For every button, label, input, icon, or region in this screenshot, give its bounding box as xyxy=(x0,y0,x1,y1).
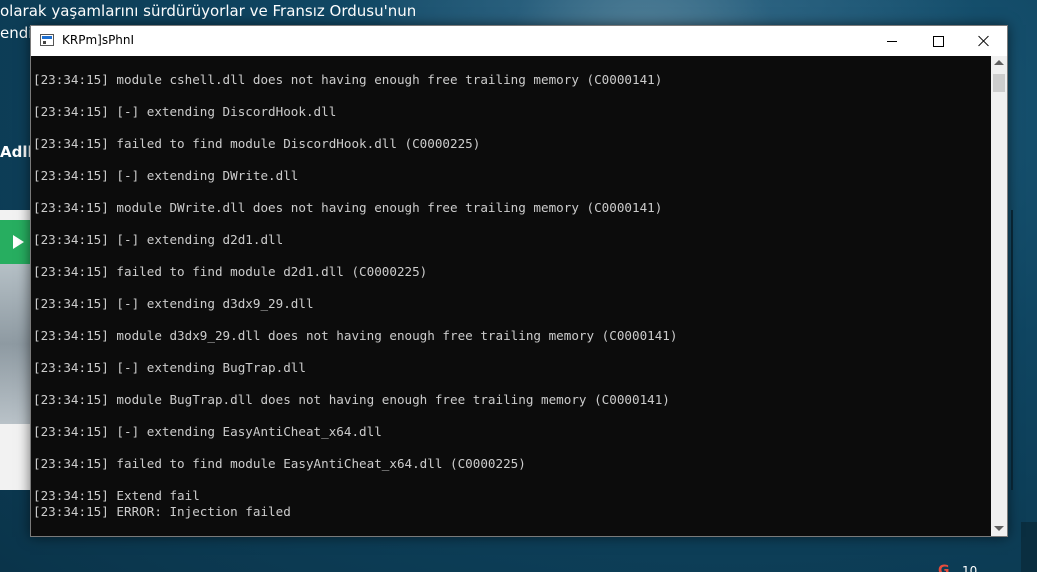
console-line: [23:34:15] ERROR: Injection failed xyxy=(33,504,291,519)
console-line: [23:34:15] [-] extending DiscordHook.dll xyxy=(33,104,337,119)
maximize-icon xyxy=(932,35,944,47)
maximize-button[interactable] xyxy=(915,26,961,56)
console-line: [23:34:15] [-] extending d3dx9_29.dll xyxy=(33,296,314,311)
background-article-text: olarak yaşamlarını sürdürüyorlar ve Fran… xyxy=(0,2,417,20)
console-line: [23:34:15] module BugTrap.dll does not h… xyxy=(33,392,670,407)
console-line: [23:34:15] Extend fail xyxy=(33,488,200,503)
console-line: [23:34:15] failed to find module Discord… xyxy=(33,136,481,151)
console-output[interactable]: [23:34:15] module cshell.dll does not ha… xyxy=(31,56,991,536)
window-title: KRPm]sPhnI xyxy=(62,33,135,47)
console-line: [23:34:15] module cshell.dll does not ha… xyxy=(33,72,663,87)
minimize-icon xyxy=(887,40,897,42)
scroll-up-arrow-icon[interactable] xyxy=(994,60,1004,65)
console-line: [23:34:15] module DWrite.dll does not ha… xyxy=(33,200,663,215)
background-badge-count: 10 xyxy=(962,564,978,572)
console-line: [23:34:15] [-] extending BugTrap.dll xyxy=(33,360,306,375)
console-app-icon[interactable] xyxy=(40,34,54,46)
vertical-scrollbar[interactable] xyxy=(991,56,1007,536)
console-line: [23:34:15] [-] extending DWrite.dll xyxy=(33,168,299,183)
background-side-panel xyxy=(1021,522,1037,572)
console-line: [23:34:15] [-] extending EasyAntiCheat_x… xyxy=(33,424,382,439)
close-button[interactable] xyxy=(961,26,1007,56)
play-icon xyxy=(13,235,24,249)
console-line: [23:34:15] failed to find module EasyAnt… xyxy=(33,456,526,471)
background-badge-icon: G xyxy=(938,563,950,572)
console-line: [23:34:15] module d3dx9_29.dll does not … xyxy=(33,328,678,343)
console-line: [23:34:15] failed to find module d2d1.dl… xyxy=(33,264,428,279)
title-bar[interactable]: KRPm]sPhnI xyxy=(31,26,1007,56)
scroll-down-arrow-icon[interactable] xyxy=(994,526,1004,531)
close-icon xyxy=(978,35,990,47)
background-divider xyxy=(1011,210,1013,490)
console-window: KRPm]sPhnI [23:34:15] module cshell.dll … xyxy=(30,25,1008,537)
console-lines: [23:34:15] module cshell.dll does not ha… xyxy=(33,72,677,520)
scroll-thumb[interactable] xyxy=(993,74,1005,92)
console-line: [23:34:15] [-] extending d2d1.dll xyxy=(33,232,284,247)
minimize-button[interactable] xyxy=(869,26,915,56)
